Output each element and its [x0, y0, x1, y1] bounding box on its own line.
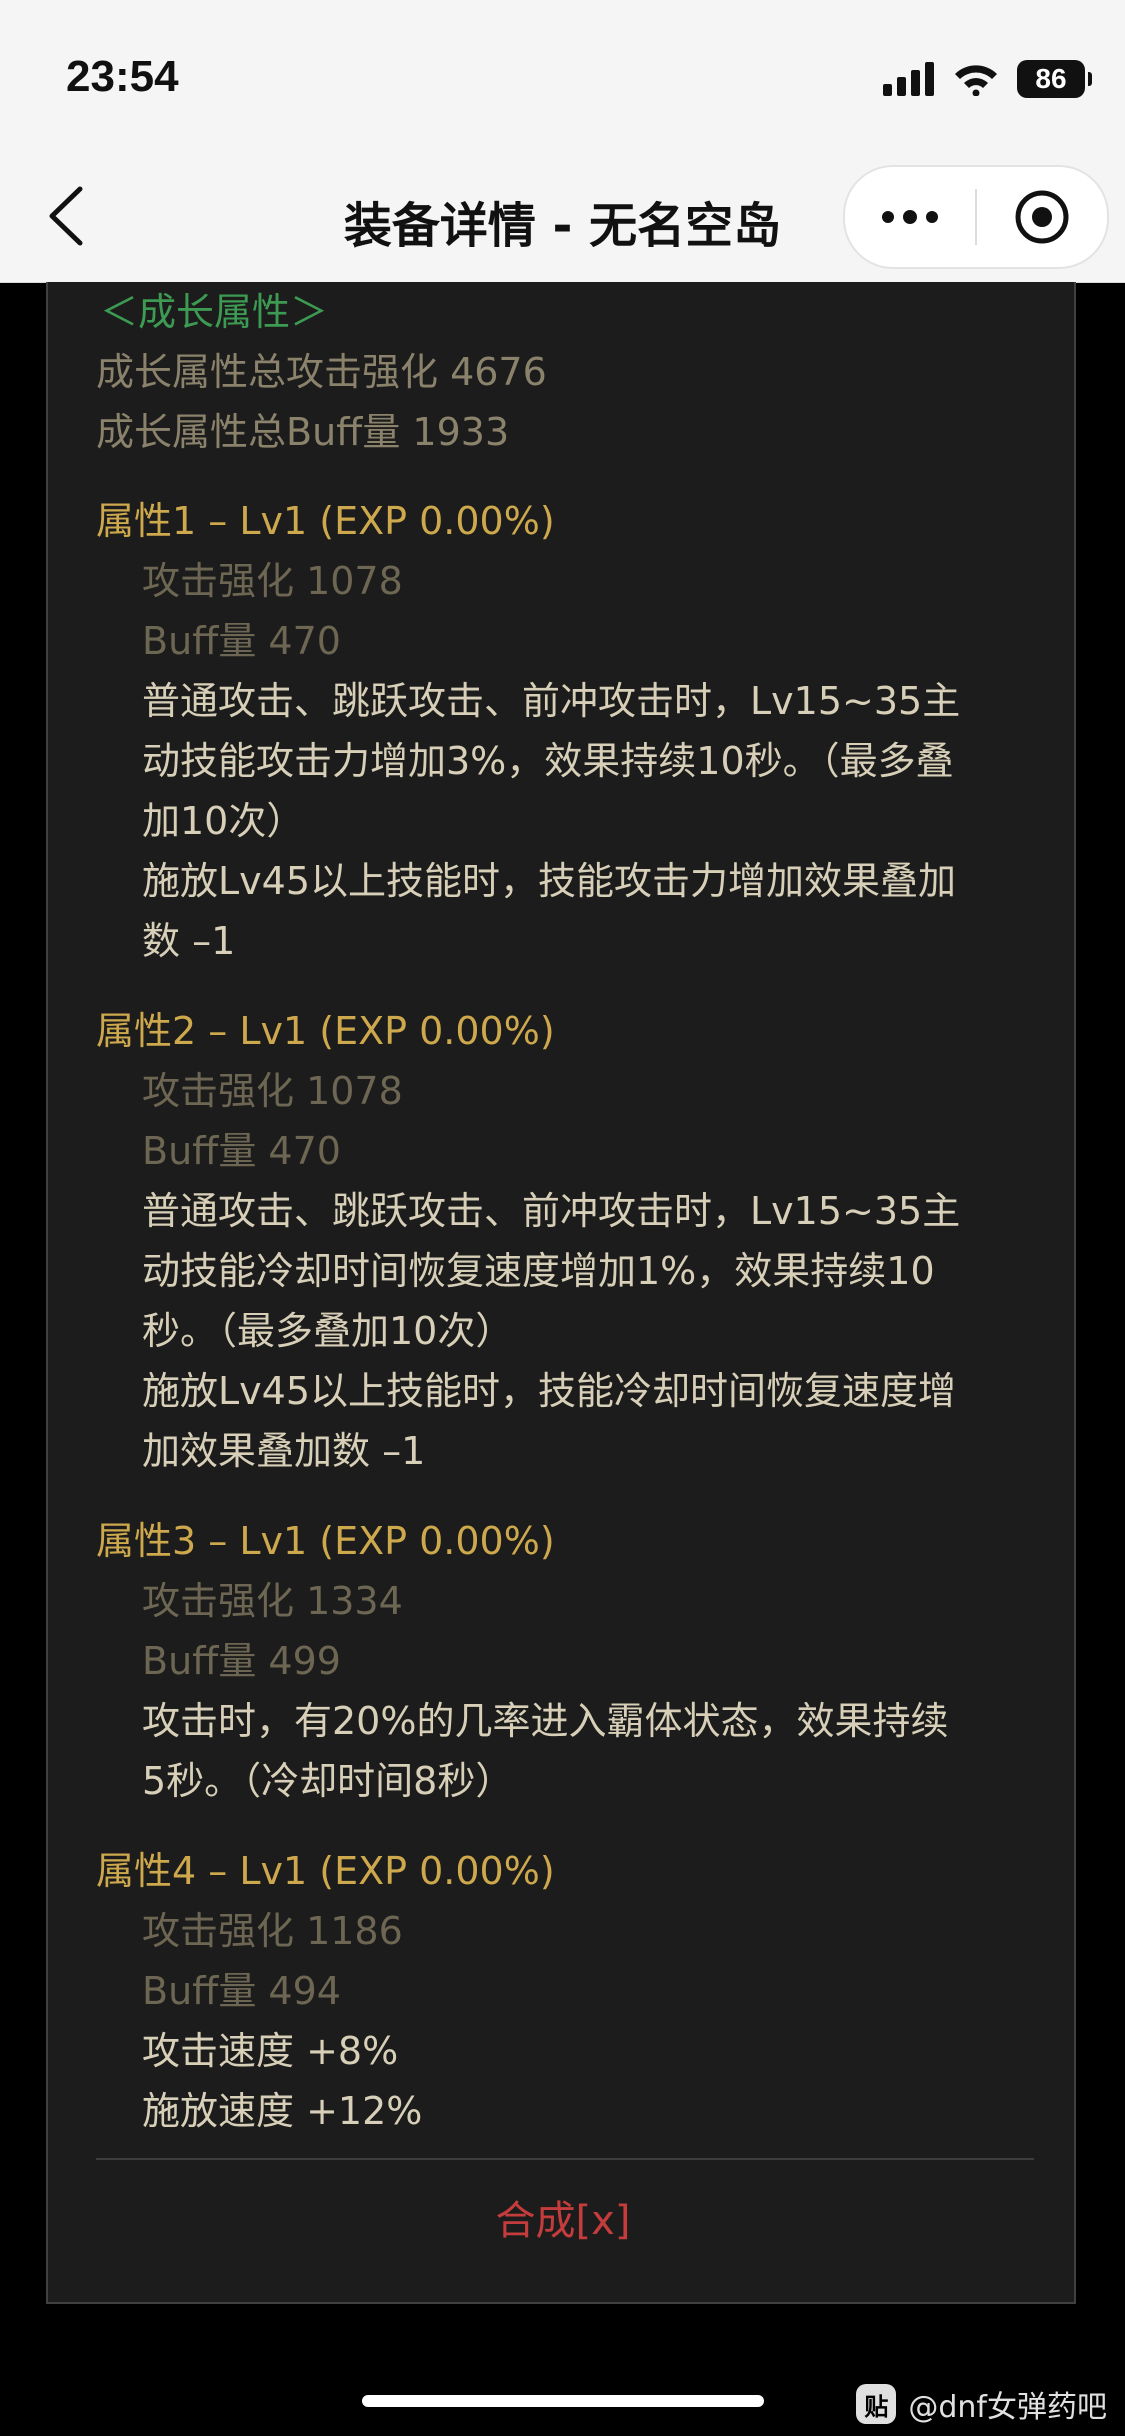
tieba-badge-icon: 贴 [856, 2384, 897, 2424]
attr2-title: 属性2 – Lv1 (EXP 0.00%) [96, 1009, 555, 1053]
close-target-icon [1015, 190, 1069, 244]
watermark: 贴 @dnf女弹药吧 [856, 2382, 1107, 2426]
attr2-buff: Buff量 470 [142, 1129, 341, 1173]
attr2-desc-line: 普通攻击、跳跃攻击、前冲攻击时，Lv15~35主 [142, 1189, 961, 1233]
growth-total-buff: 成长属性总Buff量 1933 [96, 410, 510, 454]
growth-total-attack: 成长属性总攻击强化 4676 [96, 350, 547, 394]
attr3-title: 属性3 – Lv1 (EXP 0.00%) [96, 1519, 555, 1563]
signal-icon [883, 62, 934, 96]
synth-link[interactable]: 合成[x] [48, 2188, 1078, 2246]
attr1-desc-line: 施放Lv45以上技能时，技能攻击力增加效果叠加 [142, 859, 957, 903]
growth-header: ＜成长属性＞ [100, 290, 329, 334]
attr1-desc-line: 数 –1 [142, 919, 236, 963]
attr2-desc-line: 秒。（最多叠加10次） [142, 1309, 514, 1353]
attr3-desc-line: 5秒。（冷却时间8秒） [142, 1759, 514, 1803]
status-icons: 86 [883, 60, 1092, 98]
attr1-desc-line: 普通攻击、跳跃攻击、前冲攻击时，Lv15~35主 [142, 679, 961, 723]
attr4-desc-line: 攻击速度 +8% [142, 2029, 399, 2073]
top-bar: 23:54 86 装备详情 - 无名空岛 [0, 0, 1125, 283]
attr1-attack: 攻击强化 1078 [142, 559, 403, 603]
attr2-desc-line: 加效果叠加数 –1 [142, 1429, 426, 1473]
close-button[interactable] [977, 167, 1107, 267]
status-time: 23:54 [66, 52, 179, 101]
divider [96, 2158, 1034, 2160]
attr2-attack: 攻击强化 1078 [142, 1069, 403, 1113]
attr4-attack: 攻击强化 1186 [142, 1909, 403, 1953]
battery-icon: 86 [1017, 60, 1092, 98]
attr3-buff: Buff量 499 [142, 1639, 341, 1683]
home-indicator[interactable] [362, 2395, 764, 2407]
attr1-desc-line: 动技能攻击力增加3%，效果持续10秒。（最多叠 [142, 739, 954, 783]
attr4-desc-line: 施放速度 +12% [142, 2089, 423, 2133]
attr3-desc-line: 攻击时，有20%的几率进入霸体状态，效果持续 [142, 1699, 949, 1743]
more-button[interactable] [845, 167, 975, 267]
mini-program-capsule [843, 165, 1109, 269]
equipment-detail-panel: ＜成长属性＞ 成长属性总攻击强化 4676 成长属性总Buff量 1933 属性… [46, 282, 1076, 2304]
more-dots-icon [882, 210, 938, 224]
attr4-title: 属性4 – Lv1 (EXP 0.00%) [96, 1849, 555, 1893]
attr1-title: 属性1 – Lv1 (EXP 0.00%) [96, 499, 555, 543]
attr2-desc-line: 动技能冷却时间恢复速度增加1%，效果持续10 [142, 1249, 935, 1293]
attr1-desc-line: 加10次） [142, 799, 305, 843]
wifi-icon [955, 65, 997, 96]
attr1-buff: Buff量 470 [142, 619, 341, 663]
attr3-attack: 攻击强化 1334 [142, 1579, 403, 1623]
attr2-desc-line: 施放Lv45以上技能时，技能冷却时间恢复速度增 [142, 1369, 957, 1413]
attr4-buff: Buff量 494 [142, 1969, 341, 2013]
watermark-text: @dnf女弹药吧 [908, 2390, 1107, 2425]
